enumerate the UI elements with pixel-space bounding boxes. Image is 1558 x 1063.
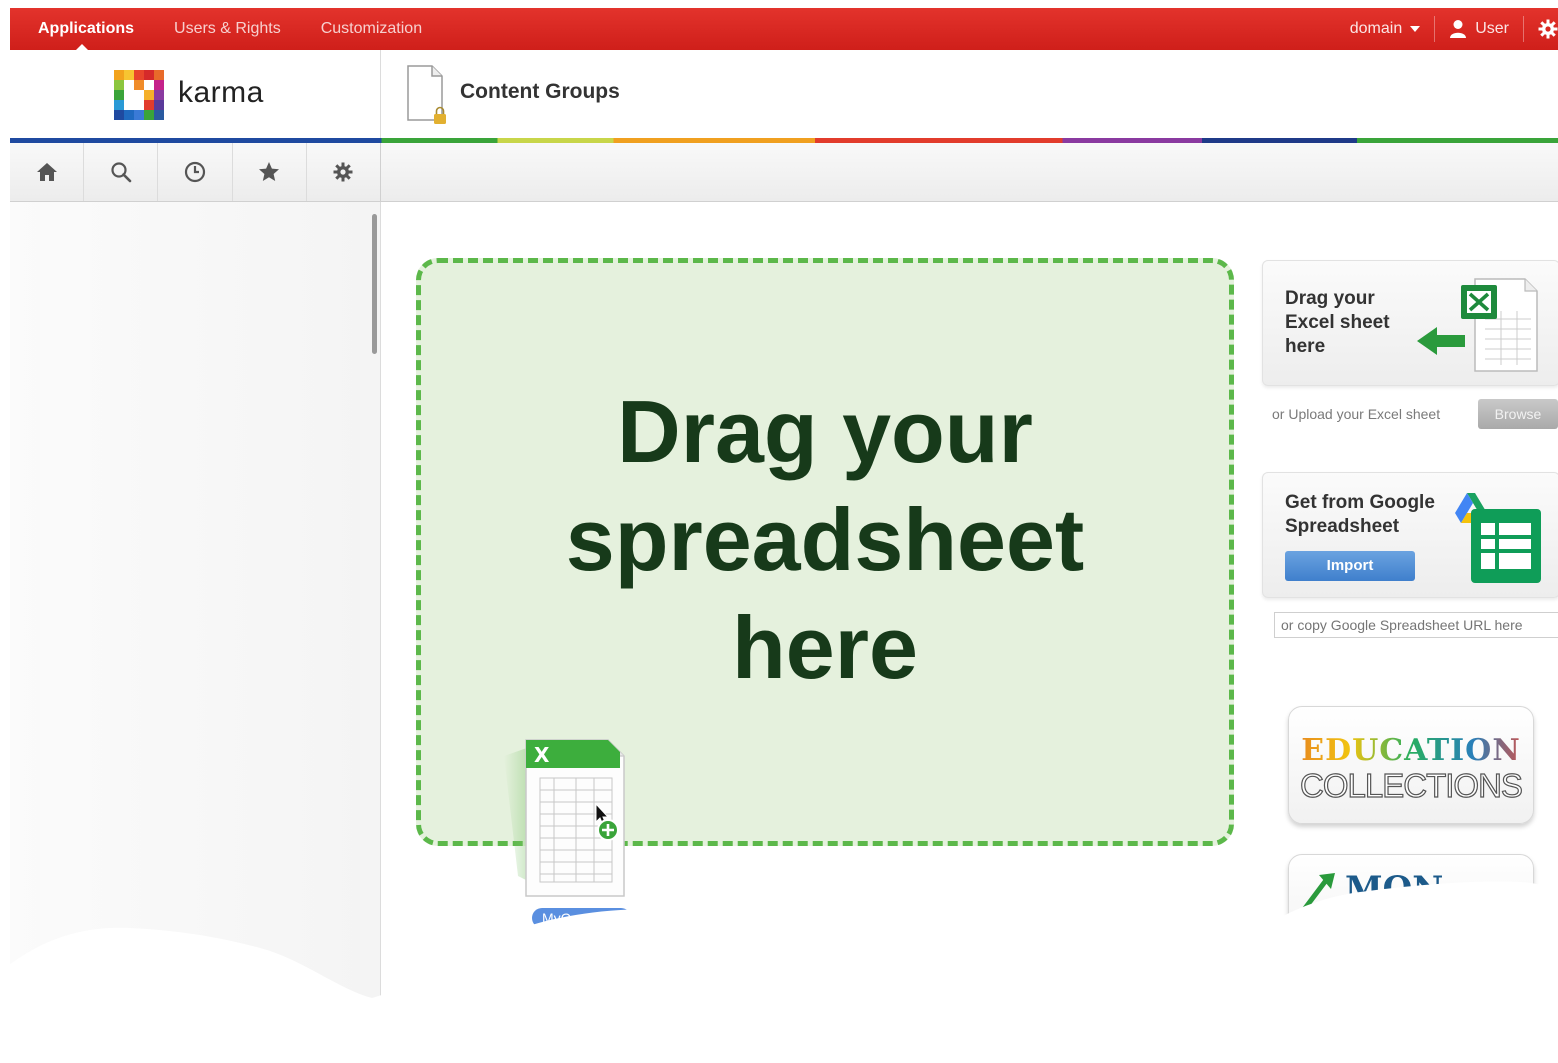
google-card-title: Get from Google Spreadsheet: [1285, 492, 1435, 537]
browse-button[interactable]: Browse: [1478, 399, 1558, 429]
sidebar: [10, 202, 381, 1063]
star-icon: [259, 162, 280, 181]
toolbar: [10, 143, 1558, 202]
education-collections-badge[interactable]: EDUCATION COLLECTIONS: [1288, 706, 1534, 824]
home-button[interactable]: [10, 143, 85, 201]
toolbar-settings-button[interactable]: [307, 143, 380, 201]
settings-button[interactable]: [1524, 8, 1558, 50]
top-right-controls: domain User: [1336, 8, 1558, 50]
user-menu[interactable]: User: [1435, 8, 1523, 50]
google-import-card: Get from Google Spreadsheet Import: [1262, 472, 1558, 598]
excel-drop-card[interactable]: Drag your Excel sheet here: [1262, 260, 1558, 386]
user-label: User: [1475, 20, 1509, 37]
user-icon: [1450, 20, 1467, 38]
google-sheets-icon: [1455, 493, 1541, 583]
management-text: man: [1335, 903, 1388, 931]
dragged-file[interactable]: X MyCompany: [498, 726, 658, 936]
spreadsheet-file-icon: X: [504, 739, 625, 897]
google-url-input[interactable]: [1274, 612, 1558, 638]
nav-users-rights[interactable]: Users & Rights: [154, 8, 301, 50]
karma-logo-icon: [114, 70, 164, 120]
file-name-label: MyCompany: [532, 908, 631, 928]
sidebar-scrollbar[interactable]: [372, 214, 377, 354]
home-icon: [36, 163, 57, 181]
nav-customization[interactable]: Customization: [301, 8, 442, 50]
collections-text: COLLECTIONS: [1299, 766, 1523, 804]
money-management-badge[interactable]: MON man: [1288, 854, 1534, 956]
top-navigation-bar: Applications Users & Rights Customizatio…: [10, 8, 1558, 50]
excel-upload-row: or Upload your Excel sheet Browse: [1272, 398, 1558, 430]
excel-sheet-icon: [1417, 278, 1538, 372]
clock-icon: [184, 161, 206, 183]
favorites-button[interactable]: [233, 143, 307, 201]
excel-card-title: Drag your Excel sheet here: [1285, 288, 1390, 357]
top-nav: Applications Users & Rights Customizatio…: [10, 8, 442, 50]
education-text: EDUCATION: [1289, 733, 1533, 768]
svg-text:X: X: [534, 743, 550, 767]
logo-area[interactable]: karma: [10, 50, 381, 138]
page-title: Content Groups: [460, 80, 620, 103]
search-button[interactable]: [84, 143, 159, 201]
search-icon: [111, 162, 132, 183]
history-button[interactable]: [158, 143, 233, 201]
dropzone-text: Drag your spreadsheet here: [565, 382, 1085, 697]
nav-applications[interactable]: Applications: [10, 8, 154, 50]
content-groups-page-icon: [407, 65, 446, 124]
caret-down-icon: [1410, 26, 1421, 32]
growth-arrow-icon: [1301, 873, 1335, 913]
logo-text: karma: [178, 76, 264, 109]
domain-dropdown[interactable]: domain: [1336, 8, 1434, 50]
upload-text: or Upload your Excel sheet: [1272, 406, 1441, 422]
import-button[interactable]: Import: [1285, 551, 1415, 581]
gear-icon: [1538, 19, 1558, 39]
header: karma Content Groups: [10, 50, 1558, 138]
gear-icon: [333, 162, 353, 182]
app-window: Applications Users & Rights Customizatio…: [10, 8, 1558, 1063]
domain-label: domain: [1349, 20, 1403, 37]
toolbar-left: [10, 143, 381, 201]
